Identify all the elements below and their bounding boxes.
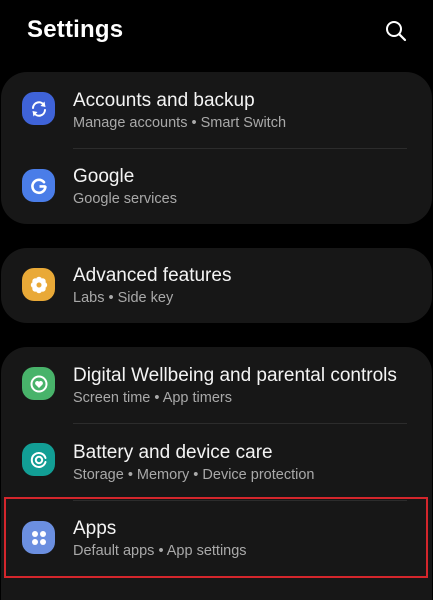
search-icon	[386, 21, 407, 42]
row-subtitle: Screen time • App timers	[73, 390, 232, 406]
apps-grid-icon	[22, 521, 55, 554]
device-care-icon	[22, 443, 55, 476]
flower-gear-icon	[22, 268, 55, 301]
sync-icon	[22, 92, 55, 125]
app-header: Settings	[0, 0, 433, 62]
google-g-icon	[22, 169, 55, 202]
settings-group-advanced: Advanced features Labs • Side key	[1, 248, 432, 323]
row-subtitle: Storage • Memory • Device protection	[73, 467, 315, 483]
battery-device-care-item[interactable]: Battery and device care Storage • Memory…	[1, 424, 432, 500]
row-title: Apps	[73, 518, 117, 539]
search-button[interactable]	[382, 17, 410, 45]
row-title: Battery and device care	[73, 442, 273, 463]
row-title: Accounts and backup	[73, 90, 255, 111]
row-title: Advanced features	[73, 265, 232, 286]
row-subtitle: Default apps • App settings	[73, 543, 247, 559]
row-subtitle: Labs • Side key	[73, 290, 174, 306]
apps-item[interactable]: Apps Default apps • App settings	[1, 501, 432, 577]
row-subtitle: Manage accounts • Smart Switch	[73, 115, 287, 131]
google-item[interactable]: Google Google services	[1, 149, 432, 224]
heart-circle-icon	[22, 367, 55, 400]
row-subtitle: Google services	[73, 191, 177, 207]
row-title: Google	[73, 166, 135, 187]
row-title: Digital Wellbeing and parental controls	[73, 365, 397, 386]
accounts-and-backup-item[interactable]: Accounts and backup Manage accounts • Sm…	[1, 72, 432, 148]
page-title: Settings	[27, 16, 124, 43]
advanced-features-item[interactable]: Advanced features Labs • Side key	[1, 248, 432, 323]
digital-wellbeing-item[interactable]: Digital Wellbeing and parental controls …	[1, 347, 432, 423]
settings-group-device: Digital Wellbeing and parental controls …	[1, 347, 432, 600]
settings-group-accounts: Accounts and backup Manage accounts • Sm…	[1, 72, 432, 224]
